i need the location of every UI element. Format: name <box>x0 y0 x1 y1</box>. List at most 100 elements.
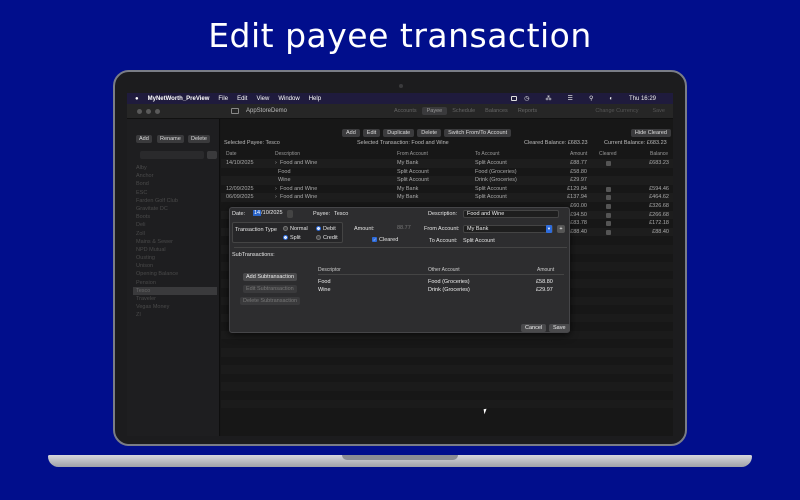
sidebar-payee-item[interactable]: Alby <box>133 164 217 172</box>
edit-transaction-button[interactable]: Edit <box>362 129 381 137</box>
sidebar-payee-item[interactable]: Anchor <box>133 172 217 180</box>
table-row[interactable]: Food Split Account Food (Groceries) £58.80 <box>221 168 673 177</box>
menu-window[interactable]: Window <box>278 96 299 102</box>
sub-col-descriptor[interactable]: Descriptor <box>318 267 341 273</box>
sidebar-payee-item[interactable]: Traveler <box>133 295 217 303</box>
chevron-right-icon[interactable]: › <box>275 160 277 166</box>
control-center-icon[interactable]: ◐ <box>609 96 613 102</box>
from-account-select[interactable]: My Bank ▼ <box>463 225 553 233</box>
radio-debit[interactable]: Debit <box>316 226 336 232</box>
cleared-checkbox[interactable]: ✓ Cleared <box>372 237 398 243</box>
tab-schedule[interactable]: Schedule <box>447 107 480 115</box>
edit-subtransaction-button[interactable]: Edit Subtransaction <box>243 285 297 293</box>
radio-credit-icon[interactable] <box>316 235 321 241</box>
date-rest[interactable]: /10/2025 <box>261 210 282 216</box>
bluetooth-icon[interactable]: ⁂ <box>546 95 552 102</box>
sub-row-desc[interactable]: Wine <box>318 287 331 293</box>
cancel-button[interactable]: Cancel <box>521 324 547 332</box>
sidebar-payee-item[interactable]: Opening Balance <box>133 270 217 278</box>
sub-col-amount[interactable]: Amount <box>537 267 554 273</box>
col-date[interactable]: Date <box>226 151 237 157</box>
sub-row-desc[interactable]: Food <box>318 279 331 285</box>
tab-payee[interactable]: Payee <box>421 107 448 115</box>
date-day[interactable]: 14 <box>253 210 262 216</box>
chevron-right-icon[interactable]: › <box>275 186 277 192</box>
cleared-checkbox-icon[interactable] <box>606 221 611 227</box>
sidebar-payee-item[interactable]: Deli <box>133 221 217 229</box>
cleared-checkbox-icon[interactable] <box>606 203 611 209</box>
radio-normal[interactable]: Normal <box>283 226 308 232</box>
menu-edit[interactable]: Edit <box>237 96 247 102</box>
minimize-window-icon[interactable] <box>146 109 151 114</box>
sub-row-account[interactable]: Drink (Groceries) <box>428 287 470 293</box>
cleared-check-icon[interactable]: ✓ <box>372 237 377 243</box>
cleared-checkbox-icon[interactable] <box>606 229 611 235</box>
save-button[interactable]: Save <box>549 324 570 332</box>
menubar-clock[interactable]: Thu 16:29 <box>629 96 656 102</box>
date-field[interactable]: 14/10/2025 <box>250 210 288 218</box>
search-button[interactable] <box>207 151 217 159</box>
tab-accounts[interactable]: Accounts <box>389 107 422 115</box>
hide-cleared-button[interactable]: Hide Cleared <box>630 129 671 137</box>
cleared-checkbox-icon[interactable] <box>606 212 611 218</box>
menu-help[interactable]: Help <box>309 96 321 102</box>
col-description[interactable]: Description <box>275 151 300 157</box>
sidebar-payee-item[interactable]: Unison <box>133 262 217 270</box>
clock-icon[interactable]: ◷ <box>524 95 529 102</box>
add-transaction-button[interactable]: Add <box>342 129 360 137</box>
col-balance[interactable]: Balance <box>650 151 668 157</box>
change-currency-button[interactable]: Change Currency <box>595 108 638 114</box>
sidebar-payee-item[interactable]: Tesco <box>133 286 217 295</box>
col-from-account[interactable]: From Account <box>397 151 428 157</box>
radio-normal-icon[interactable] <box>283 226 288 232</box>
sidebar-payee-item[interactable]: Pension <box>133 279 217 287</box>
add-payee-button[interactable]: Add <box>136 135 152 143</box>
tab-balances[interactable]: Balances <box>480 107 513 115</box>
zoom-window-icon[interactable] <box>155 109 160 114</box>
delete-transaction-button[interactable]: Delete <box>417 129 442 137</box>
duplicate-transaction-button[interactable]: Duplicate <box>383 129 415 137</box>
table-row[interactable]: 06/09/2025 Food and Wine My Bank Split Acco… <box>221 193 673 202</box>
apple-icon[interactable]: ● <box>135 96 139 102</box>
description-field[interactable]: Food and Wine <box>463 210 559 218</box>
col-amount[interactable]: Amount <box>570 151 587 157</box>
table-row[interactable]: 14/10/2025 Food and Wine My Bank Split Acco… <box>221 159 673 168</box>
cleared-checkbox-icon[interactable] <box>606 195 611 201</box>
sidebar-payee-item[interactable]: ESC <box>133 189 217 197</box>
rename-payee-button[interactable]: Rename <box>157 135 184 143</box>
sidebar-payee-item[interactable]: Gravitate DC <box>133 205 217 213</box>
delete-subtransaction-button[interactable]: Delete Subtransaction <box>240 297 301 305</box>
col-cleared[interactable]: Cleared <box>599 151 617 157</box>
search-icon[interactable]: ⚲ <box>589 95 593 102</box>
sub-row-account[interactable]: Food (Groceries) <box>428 279 470 285</box>
radio-split[interactable]: Split <box>283 235 301 241</box>
payee-search-input[interactable] <box>140 151 204 159</box>
date-stepper-icon[interactable] <box>287 210 293 218</box>
menu-view[interactable]: View <box>256 96 269 102</box>
sub-row-amount[interactable]: £58.80 <box>536 279 553 285</box>
sidebar-payee-item[interactable]: Bond <box>133 180 217 188</box>
close-window-icon[interactable] <box>137 109 142 114</box>
table-row[interactable]: 12/09/2025 Food and Wine My Bank Split Acco… <box>221 185 673 194</box>
sidebar-payee-item[interactable]: Vegas Money <box>133 303 217 311</box>
sidebar-payee-item[interactable]: ZI <box>133 311 217 319</box>
sidebar-toggle-icon[interactable] <box>231 108 239 114</box>
cleared-checkbox-icon[interactable] <box>606 161 611 166</box>
tab-reports[interactable]: Reports <box>513 107 542 115</box>
table-row[interactable]: Wine Split Account Drink (Groceries) £29.97 <box>221 176 673 185</box>
delete-payee-button[interactable]: Delete <box>188 135 210 143</box>
display-icon[interactable] <box>511 96 518 101</box>
toolbar-save-button[interactable]: Save <box>652 108 665 114</box>
amount-field[interactable]: 88.77 <box>394 225 416 233</box>
menu-app-name[interactable]: MyNetWorth_PreView <box>148 96 210 102</box>
menu-file[interactable]: File <box>218 96 228 102</box>
col-to-account[interactable]: To Account <box>475 151 499 157</box>
sub-col-other-account[interactable]: Other Account <box>428 267 460 273</box>
sidebar-payee-item[interactable]: Ousting <box>133 254 217 262</box>
chevron-right-icon[interactable]: › <box>275 194 277 200</box>
sidebar-payee-item[interactable]: Boots <box>133 213 217 221</box>
sub-row-amount[interactable]: £29.97 <box>536 287 553 293</box>
cleared-checkbox-icon[interactable] <box>606 186 611 192</box>
sidebar-payee-item[interactable]: NPD Mutual <box>133 246 217 254</box>
add-subtransaction-button[interactable]: Add Subtransaction <box>243 273 298 281</box>
